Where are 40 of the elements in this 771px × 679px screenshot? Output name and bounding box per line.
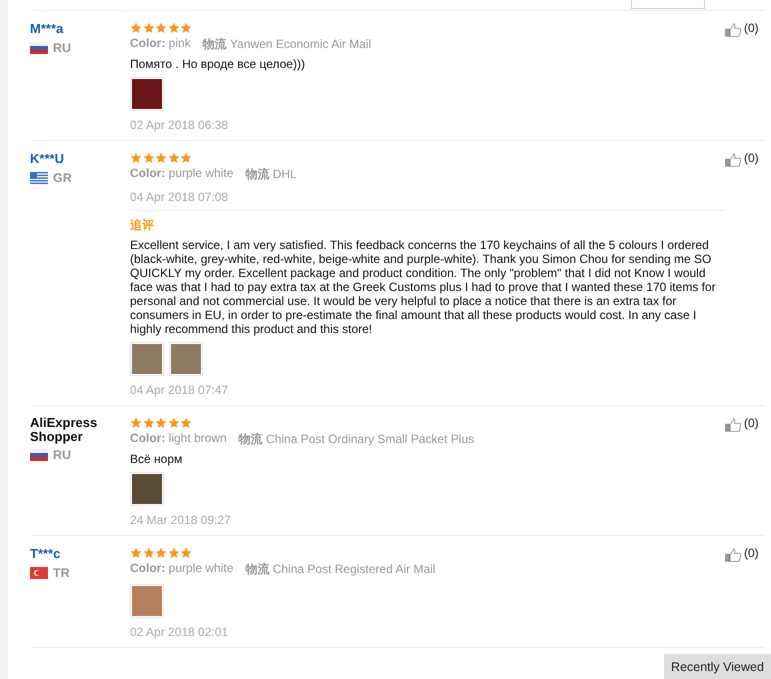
thumbs-up-icon[interactable] [725,23,742,37]
logistics-attribute: 物流 Yanwen Economic Air Mail [202,36,372,53]
logistics-attribute: 物流 China Post Registered Air Mail [245,561,436,578]
photo-placeholder[interactable] [130,472,164,506]
like-count: (0) [744,151,759,165]
thumbs-up-icon[interactable] [725,153,742,167]
review-text: Помято . Но вроде все целое))) [130,57,306,71]
reviewer-name[interactable]: AliExpress Shopper [30,416,110,444]
color-attribute: Color: purple white [130,561,234,577]
followup-text: Excellent service, I am very satisfied. This feedback concerns the 170 keychains of all the 5 colours I ordered (black-white, grey-white, red-white, beige-white and purple-white). Thank you Simon Chou for sending me SO QUICKLY my order. Excellent package and product condition. The only "problem" that I did not Know I would face was that I had to pay extra tax at the Greek Customs plus I had to prove that I wanted these 170 items for personal and not commercial use. It would be very helpful to place a notice that there is an extra tax for consumers in EU, in order to pre-estimate the final amount that all these products would cost. In any case I highly recommend this product and this store! [130,238,717,336]
like-count: (0) [744,416,759,430]
thumbs-up-icon[interactable] [725,548,742,562]
like-count: (0) [744,21,759,35]
country-code: TR [53,566,70,580]
review-date: 24 Mar 2018 09:27 [130,513,232,527]
photo-placeholder[interactable] [130,77,164,111]
reviewer-name[interactable]: T***c [30,546,130,562]
review-text: Всё норм [130,452,184,466]
reviewer-name[interactable]: M***a [30,21,130,37]
flag-icon [30,172,48,184]
reviewer-name[interactable]: K***U [30,151,130,167]
followup-date: 04 Apr 2018 07:47 [130,383,230,397]
review-date: 04 Apr 2018 07:08 [130,190,230,204]
like-count: (0) [744,546,759,560]
review-date: 02 Apr 2018 06:38 [130,118,230,132]
color-attribute: Color: light brown [130,431,227,447]
flag-icon [30,42,48,54]
flag-icon [30,567,48,579]
review-date: 02 Apr 2018 02:01 [130,625,230,639]
country-code: RU [53,41,72,55]
recently-viewed-button[interactable]: Recently Viewed [664,654,771,679]
flag-icon [30,449,48,461]
thumbs-up-icon[interactable] [725,418,742,432]
color-attribute: Color: purple white [130,166,234,182]
logistics-attribute: 物流 China Post Ordinary Small Packet Plus [238,431,474,448]
country-code: GR [53,171,72,185]
logistics-attribute: 物流 DHL [245,166,297,183]
color-attribute: Color: pink [130,36,191,52]
country-code: RU [53,448,72,462]
followup-label: 追评 [130,217,155,234]
